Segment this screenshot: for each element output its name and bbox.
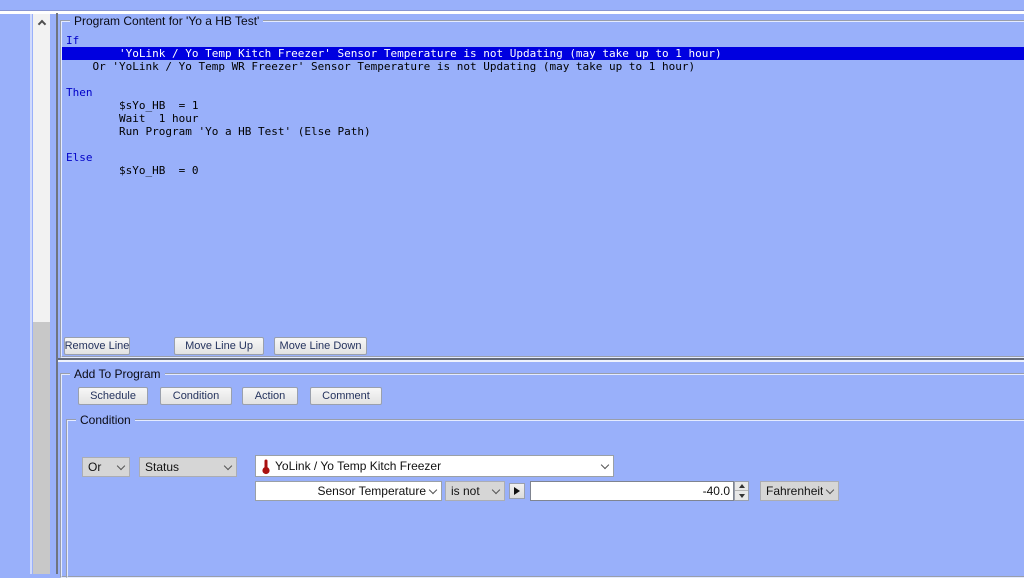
program-line[interactable]: $sYo_HB = 1 [62,99,1024,112]
program-line[interactable]: Else [62,151,1024,164]
device-value: YoLink / Yo Temp Kitch Freezer [275,459,598,473]
thermometer-icon [261,458,271,475]
condition-type-select[interactable]: Status [139,457,237,477]
program-content-panel: Program Content for 'Yo a HB Test' If 'Y… [60,20,1024,358]
move-line-down-button[interactable]: Move Line Down [274,337,367,355]
add-to-program-title: Add To Program [70,367,165,381]
condition-group: Condition Or Status YoLink / Yo Temp Kit… [66,419,1024,578]
property-value: Sensor Temperature [261,484,426,498]
program-line[interactable]: $sYo_HB = 0 [62,164,1024,177]
condition-group-title: Condition [76,413,135,427]
program-line[interactable]: Then [62,86,1024,99]
pane-divider[interactable] [56,13,58,574]
chevron-down-icon [224,461,232,469]
chevron-down-icon [117,461,125,469]
program-line[interactable] [62,138,1024,151]
chevron-down-icon [601,460,609,468]
program-code-listing: If 'YoLink / Yo Temp Kitch Freezer' Sens… [62,34,1024,177]
device-select[interactable]: YoLink / Yo Temp Kitch Freezer [255,455,614,477]
vertical-scrollbar[interactable] [33,14,50,574]
expand-value-button[interactable] [509,483,525,499]
comparator-value: is not [451,484,489,498]
program-line[interactable]: Run Program 'Yo a HB Test' (Else Path) [62,125,1024,138]
value-spinner [734,481,749,501]
spinner-up-button[interactable] [735,482,748,491]
unit-value: Fahrenheit [766,484,823,498]
comparator-select[interactable]: is not [445,481,505,501]
chevron-down-icon [826,485,834,493]
remove-line-button[interactable]: Remove Line [64,337,130,355]
chevron-down-icon [429,485,437,493]
horizontal-splitter-highlight [58,360,1024,362]
program-line[interactable]: If [62,34,1024,47]
program-line[interactable]: 'YoLink / Yo Temp Kitch Freezer' Sensor … [62,47,1024,60]
program-line[interactable]: Or 'YoLink / Yo Temp WR Freezer' Sensor … [62,60,1024,73]
chevron-down-icon [492,485,500,493]
comment-button[interactable]: Comment [310,387,382,405]
program-line[interactable] [62,73,1024,86]
pane-divider-highlight [30,14,32,574]
join-operator-value: Or [88,460,114,474]
action-button[interactable]: Action [242,387,298,405]
scroll-up-icon [37,20,45,28]
condition-button[interactable]: Condition [160,387,232,405]
join-operator-select[interactable]: Or [82,457,130,477]
schedule-button[interactable]: Schedule [78,387,148,405]
spinner-down-icon [739,494,745,498]
move-line-up-button[interactable]: Move Line Up [174,337,264,355]
scrollbar-thumb[interactable] [33,322,50,574]
play-arrow-icon [514,487,520,495]
spinner-down-button[interactable] [735,491,748,500]
scroll-up-button[interactable] [33,14,50,31]
property-select[interactable]: Sensor Temperature [255,481,442,501]
spinner-up-icon [739,484,745,488]
program-line[interactable]: Wait 1 hour [62,112,1024,125]
unit-select[interactable]: Fahrenheit [760,481,839,501]
value-input[interactable] [530,481,734,501]
program-content-title: Program Content for 'Yo a HB Test' [70,14,263,28]
condition-type-value: Status [145,460,221,474]
